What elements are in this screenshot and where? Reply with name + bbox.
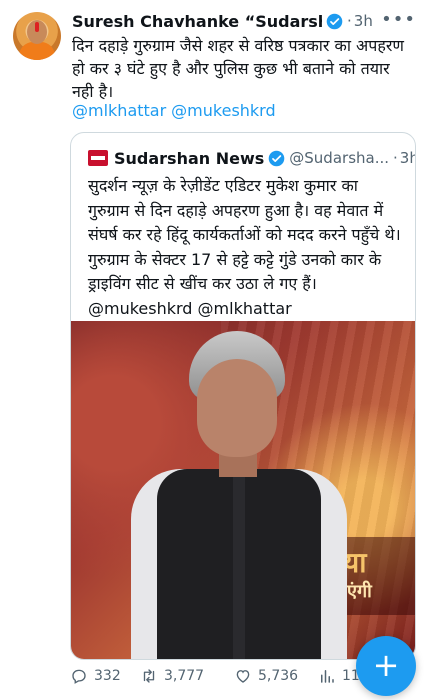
mention-link[interactable]: @mukeshkrd [171,101,275,120]
ellipsis-icon[interactable]: ••• [381,9,416,30]
tweet-actions: 332 3,777 5,736 113 [70,664,370,688]
verified-badge-icon [326,13,343,29]
retweet-button[interactable]: 3,777 [140,667,234,685]
avatar-tilak [35,22,39,32]
tweet-header: Suresh Chavhanke “Sudarshan... · 3h ••• [72,9,416,32]
views-icon [321,670,334,683]
photo-overlay-text: एंगी [347,581,372,602]
quoted-author-name[interactable]: Sudarshan News [114,149,264,168]
retweet-count: 3,777 [164,668,205,684]
person-vest-placket [233,471,245,659]
tweet-time[interactable]: 3h [354,12,373,30]
quoted-handle: @Sudarsha... [289,149,390,167]
reply-icon [72,669,86,684]
quoted-header: Sudarshan News @Sudarsha... · 3h [88,147,415,169]
plus-icon: + [372,645,400,684]
quoted-text: सुदर्शन न्यूज़ के रेज़ीडेंट एडिटर मुकेश … [88,176,401,318]
retweet-icon [143,669,155,683]
quoted-time: 3h [399,149,415,167]
quoted-photo[interactable]: या एंगी [71,321,415,659]
author-avatar[interactable] [13,12,61,60]
reply-count: 332 [94,668,121,684]
separator-dot: · [393,149,398,167]
person-face [197,359,277,457]
separator-dot: · [347,12,352,30]
tweet-text: दिन दहाड़े गुरुग्राम जैसे शहर से वरिष्ठ … [72,36,404,101]
compose-button[interactable]: + [356,636,416,696]
reply-button[interactable]: 332 [70,667,140,685]
tweet-mentions: @mlkhattar @mukeshkrd [72,101,281,120]
like-button[interactable]: 5,736 [234,667,318,685]
like-count: 5,736 [258,668,299,684]
author-name[interactable]: Suresh Chavhanke “Sudarshan... [72,12,322,31]
quoted-tweet[interactable]: Sudarshan News @Sudarsha... · 3h सुदर्शन… [70,132,416,660]
sudarshan-news-logo-icon [88,150,108,166]
heart-icon [236,670,250,683]
avatar-shirt [19,42,55,60]
verified-badge-icon [268,150,285,166]
mention-link[interactable]: @mlkhattar [72,101,166,120]
